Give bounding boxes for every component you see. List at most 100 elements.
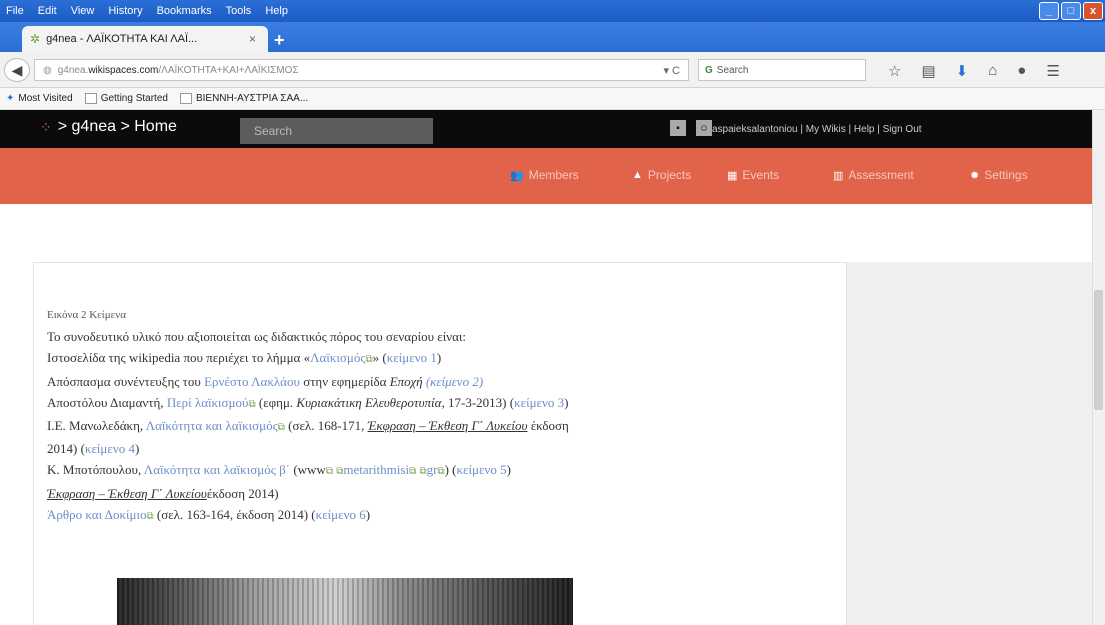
back-button[interactable]: ◀ (4, 58, 30, 82)
page-icon (179, 93, 192, 104)
url-path: /ΛΑΪΚΟΤΗΤΑ+ΚΑΙ+ΛΑΪΚΙΣΜΟΣ (158, 64, 299, 76)
chart-icon: ▥ (833, 169, 844, 182)
url-domain: wikispaces.com (88, 64, 159, 76)
link-laikotita[interactable]: Λαϊκότητα και λαϊκισμός (146, 418, 278, 433)
menu-view[interactable]: View (71, 5, 95, 17)
nav-label: Members (528, 168, 579, 182)
link-keimeno-4[interactable]: κείμενο 4 (85, 441, 135, 456)
search-engine-icon: G (705, 64, 713, 76)
chat-icon[interactable]: ● (1017, 62, 1026, 80)
source-line-6: Άρθρο και Δοκίμιο⧉ (σελ. 163-164, έκδοση… (47, 506, 371, 522)
address-bar[interactable]: ◍ g4nea. wikispaces.com/ΛΑΪΚΟΤΗΤΑ+ΚΑΙ+ΛΑΪ… (34, 59, 689, 81)
page-spacer (0, 204, 1092, 262)
link-laclau[interactable]: Ερνέστο Λακλάου (204, 374, 300, 389)
close-tab-icon[interactable]: × (249, 32, 256, 46)
source-line-5-cont: Έκφραση – Έκθεση Γ΄ Λυκείουέκδοση 2014) (47, 485, 279, 501)
site-search-placeholder: Search (254, 124, 293, 138)
bookmark-star-icon[interactable]: ☆ (888, 62, 901, 80)
link-arthro-dokimio[interactable]: Άρθρο και Δοκίμιο (47, 507, 147, 522)
external-link-icon: ⧉ (365, 354, 373, 366)
reload-icon[interactable]: ▾ C (663, 64, 680, 77)
link-metarithmisi[interactable]: metarithmisi (343, 462, 409, 477)
user-links[interactable]: aspaieksalantoniou | My Wikis | Help | S… (712, 124, 922, 135)
user-avatar-icon[interactable]: ☺ (696, 120, 712, 136)
nav-projects[interactable]: ▲ Projects (632, 168, 691, 182)
browser-tab[interactable]: ✲ g4nea - ΛΑΪΚΟΤΗΤΑ ΚΑΙ ΛΑΪ... × (22, 26, 268, 52)
nav-members[interactable]: 👥 Members (510, 168, 579, 182)
members-icon: 👥 (510, 169, 524, 182)
projects-icon: ▲ (632, 169, 643, 181)
external-link-icon: ⧉ (248, 398, 256, 410)
bookmark-label: ΒΙΕΝΝΗ-ΑΥΣΤΡΙΑ ΣΑΑ... (195, 93, 309, 104)
menu-file[interactable]: File (6, 5, 24, 17)
bookmark-most-visited[interactable]: ✦ Most Visited (6, 93, 73, 104)
source-line-4: Ι.Ε. Μανωλεδάκη, Λαϊκότητα και λαϊκισμός… (47, 418, 569, 434)
globe-icon: ◍ (43, 64, 52, 76)
link-keimeno-3[interactable]: κείμενο 3 (514, 395, 564, 410)
external-link-icon: ⧉ (277, 422, 285, 434)
menu-icon[interactable]: ☰ (1046, 62, 1059, 80)
figure-caption: Εικόνα 2 Κείμενα (47, 309, 126, 321)
favicon-icon: ✲ (30, 32, 41, 46)
bookmark-label: Most Visited (18, 93, 73, 104)
link-keimeno-1[interactable]: κείμενο 1 (387, 350, 437, 365)
tab-strip: ✲ g4nea - ΛΑΪΚΟΤΗΤΑ ΚΑΙ ΛΑΪ... × + (0, 22, 1105, 52)
nav-label: Projects (647, 168, 692, 182)
home-icon[interactable]: ⌂ (988, 62, 997, 80)
source-line-1: Ιστοσελίδα της wikipedia που περιέχει το… (47, 350, 442, 366)
right-sidebar (847, 262, 1092, 625)
source-line-2: Απόσπασμα συνέντευξης του Ερνέστο Λακλάο… (47, 373, 484, 389)
intro-line: Το συνοδευτικό υλικό που αξιοποιείται ως… (47, 329, 467, 345)
bookmark-label: Getting Started (100, 93, 168, 104)
maximize-button[interactable]: □ (1061, 2, 1081, 20)
nav-label: Assessment (848, 168, 914, 182)
menu-edit[interactable]: Edit (38, 5, 57, 17)
scrollbar-thumb[interactable] (1094, 290, 1103, 410)
site-logo[interactable]: ⁘ > g4nea > Home (40, 118, 177, 136)
gear-icon: ✹ (970, 169, 980, 182)
nav-settings[interactable]: ✹ Settings (970, 168, 1028, 182)
menu-bar: File Edit View History Bookmarks Tools H… (0, 0, 1105, 22)
link-gr[interactable]: gr (427, 462, 438, 477)
link-keimeno-6[interactable]: κείμενο 6 (316, 507, 366, 522)
browser-search-input[interactable]: G Search (698, 59, 866, 81)
bookmark-vienna[interactable]: ΒΙΕΝΝΗ-ΑΥΣΤΡΙΑ ΣΑΑ... (179, 93, 309, 104)
mail-icon[interactable]: ▪ (670, 120, 686, 136)
external-link-icon: ⧉ (146, 510, 154, 522)
download-icon[interactable]: ⬇ (956, 62, 969, 80)
external-link-icon: ⧉ (325, 466, 333, 478)
most-visited-icon: ✦ (6, 93, 15, 104)
tab-title: g4nea - ΛΑΪΚΟΤΗΤΑ ΚΑΙ ΛΑΪ... (46, 33, 198, 45)
bookmark-getting-started[interactable]: Getting Started (84, 93, 168, 104)
page-icon (84, 93, 97, 104)
external-link-icon: ⧉ (437, 466, 445, 478)
external-link-icon: ⧉ (419, 466, 427, 478)
link-keimeno-5[interactable]: κείμενο 5 (457, 462, 507, 477)
wiki-page-body: Εικόνα 2 Κείμενα Το συνοδευτικό υλικό πο… (47, 305, 569, 527)
nav-label: Events (742, 168, 780, 182)
back-arrow-icon: ◀ (11, 61, 23, 78)
embedded-image (117, 578, 573, 625)
menu-bookmarks[interactable]: Bookmarks (157, 5, 212, 17)
minimize-button[interactable]: _ (1039, 2, 1059, 20)
source-line-4-cont: 2014) (κείμενο 4) (47, 441, 140, 457)
menu-help[interactable]: Help (265, 5, 288, 17)
nav-label: Settings (984, 168, 1028, 182)
menu-tools[interactable]: Tools (226, 5, 252, 17)
bookmarks-bar: ✦ Most Visited Getting Started ΒΙΕΝΝΗ-ΑΥΣ… (0, 88, 1105, 110)
nav-events[interactable]: ▦ Events (727, 168, 779, 182)
logo-icon: ⁘ (40, 118, 52, 135)
external-link-icon: ⧉ (409, 466, 417, 478)
site-search-input[interactable]: Search (240, 118, 433, 144)
breadcrumb: > g4nea > Home (57, 118, 177, 135)
link-keimeno-2[interactable]: (κείμενο 2) (426, 374, 483, 389)
close-window-button[interactable]: x (1083, 2, 1103, 20)
link-laikismos[interactable]: Λαϊκισμός (310, 350, 365, 365)
menu-history[interactable]: History (108, 5, 142, 17)
calendar-icon: ▦ (727, 169, 738, 182)
link-peri-laikismou[interactable]: Περί λαϊκισμού (167, 395, 249, 410)
link-laikotita-b[interactable]: Λαϊκότητα και λαϊκισμός β΄ (144, 462, 290, 477)
nav-assessment[interactable]: ▥ Assessment (833, 168, 914, 182)
reading-list-icon[interactable]: ▤ (921, 62, 935, 80)
new-tab-button[interactable]: + (274, 30, 285, 51)
